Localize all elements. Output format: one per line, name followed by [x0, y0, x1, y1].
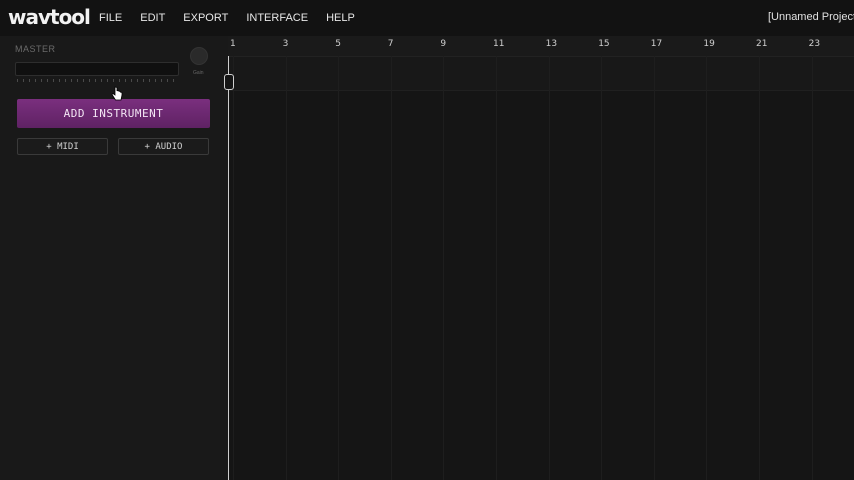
- menu-file[interactable]: FILE: [90, 12, 131, 24]
- menu-help[interactable]: HELP: [317, 12, 364, 24]
- grid-line: [548, 56, 550, 480]
- ruler-label-bar-11: 11: [493, 39, 505, 49]
- ruler-label-bar-19: 19: [703, 39, 715, 49]
- gain-knob-icon[interactable]: [190, 47, 208, 65]
- ruler-label-bar-23: 23: [808, 39, 821, 49]
- ruler-label-bar-17: 17: [650, 39, 663, 49]
- playhead-line: [228, 56, 229, 480]
- menu-interface[interactable]: INTERFACE: [237, 12, 317, 24]
- app-logo[interactable]: wavtool: [8, 5, 91, 29]
- grid-line: [233, 56, 234, 480]
- gain-label: Gain: [193, 70, 204, 76]
- ruler-label-bar-9: 9: [440, 39, 447, 49]
- grid-line: [601, 56, 603, 480]
- grid-line: [390, 56, 392, 480]
- level-meter-ticks: [17, 79, 177, 82]
- arrangement-timeline[interactable]: 1 3 5 7 9 11 13 15 17 19 21 23: [228, 36, 854, 480]
- ruler-label-bar-7: 7: [387, 39, 394, 49]
- ruler-label-bar-3: 3: [282, 39, 289, 49]
- menu-bar: FILE EDIT EXPORT INTERFACE HELP: [90, 0, 364, 36]
- menu-export[interactable]: EXPORT: [174, 12, 237, 24]
- grid-line: [811, 56, 813, 480]
- ruler-label-bar-21: 21: [756, 39, 768, 49]
- master-track-row: [228, 56, 854, 91]
- grid-line: [338, 56, 340, 480]
- project-title[interactable]: [Unnamed Project: [768, 11, 854, 23]
- master-label: MASTER: [15, 44, 56, 54]
- grid-line: [759, 56, 760, 480]
- grid-line: [653, 56, 655, 480]
- top-bar: wavtool FILE EDIT EXPORT INTERFACE HELP …: [0, 0, 854, 37]
- menu-edit[interactable]: EDIT: [131, 12, 174, 24]
- pointer-hand-icon: [111, 86, 123, 101]
- ruler-label-bar-15: 15: [598, 39, 610, 49]
- add-instrument-button[interactable]: ADD INSTRUMENT: [17, 99, 210, 128]
- ruler-label-bar-1: 1: [230, 39, 236, 49]
- ruler-label-bar-5: 5: [335, 39, 341, 49]
- grid-line: [285, 56, 287, 480]
- grid-line: [443, 56, 445, 480]
- grid-line: [496, 56, 497, 480]
- timeline-ruler[interactable]: 1 3 5 7 9 11 13 15 17 19 21 23: [228, 36, 854, 57]
- add-audio-button[interactable]: + AUDIO: [118, 138, 209, 155]
- grid-line: [706, 56, 708, 480]
- playhead-handle[interactable]: [224, 74, 234, 90]
- add-midi-button[interactable]: + MIDI: [17, 138, 108, 155]
- ruler-label-bar-13: 13: [545, 39, 558, 49]
- master-volume-fader[interactable]: [15, 62, 179, 76]
